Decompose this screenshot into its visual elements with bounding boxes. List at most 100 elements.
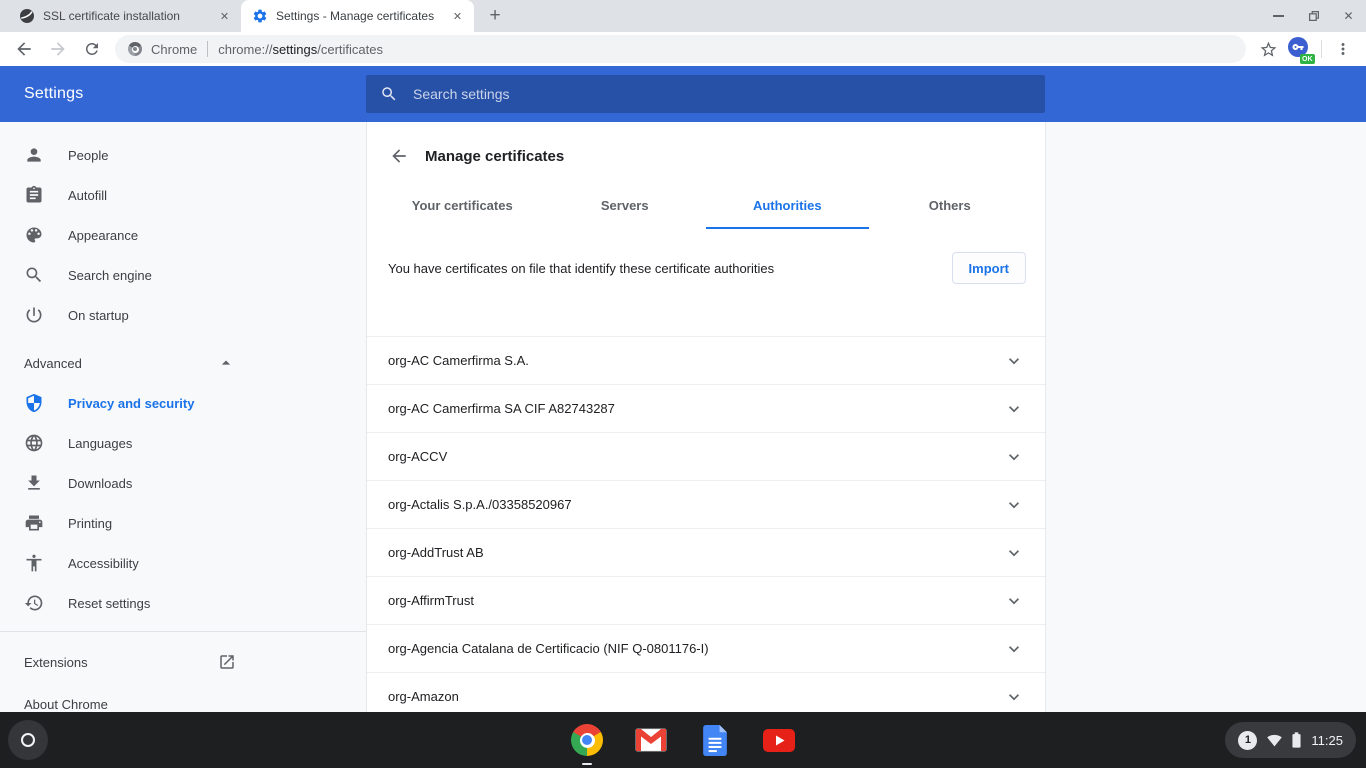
- certificate-label: org-Amazon: [388, 689, 459, 704]
- certificate-row[interactable]: org-AffirmTrust: [367, 577, 1045, 625]
- browser-tab-ssl[interactable]: SSL certificate installation ✕: [8, 0, 241, 32]
- sidebar-item-label: On startup: [68, 308, 129, 323]
- shelf-app-chrome[interactable]: [571, 712, 603, 768]
- reload-button[interactable]: [78, 35, 106, 63]
- restore-icon: [1307, 9, 1321, 23]
- download-icon: [24, 473, 44, 493]
- back-icon: [14, 39, 34, 59]
- sidebar-item-privacy-security[interactable]: Privacy and security: [0, 383, 254, 423]
- system-tray[interactable]: 1 11:25: [1225, 722, 1356, 758]
- chrome-logo-icon: [128, 42, 142, 56]
- certificate-row[interactable]: org-Amazon: [367, 673, 1045, 712]
- sidebar-item-extensions[interactable]: Extensions: [0, 640, 254, 684]
- import-button[interactable]: Import: [952, 252, 1026, 284]
- chevron-down-icon[interactable]: [1004, 543, 1024, 563]
- sidebar-item-search-engine[interactable]: Search engine: [0, 255, 254, 295]
- browser-menu-button[interactable]: [1329, 35, 1357, 63]
- certificate-row[interactable]: org-Actalis S.p.A./03358520967: [367, 481, 1045, 529]
- omnibox[interactable]: Chrome chrome://settings/certificates: [115, 35, 1246, 63]
- settings-search-field[interactable]: [366, 75, 1045, 113]
- sidebar-item-printing[interactable]: Printing: [0, 503, 254, 543]
- restore-button[interactable]: [1296, 0, 1331, 32]
- extension-button[interactable]: OK: [1286, 35, 1314, 63]
- tab-close-icon[interactable]: ✕: [449, 8, 466, 25]
- power-icon: [24, 305, 44, 325]
- settings-page: People Autofill Appearance Search engine…: [0, 122, 1366, 712]
- battery-icon: [1292, 732, 1301, 748]
- tab-servers[interactable]: Servers: [544, 198, 707, 229]
- about-chrome-label: About Chrome: [24, 697, 108, 712]
- certificate-row[interactable]: org-AC Camerfirma SA CIF A82743287: [367, 385, 1045, 433]
- certificate-row[interactable]: org-ACCV: [367, 433, 1045, 481]
- certificate-label: org-AffirmTrust: [388, 593, 474, 608]
- sidebar-item-reset-settings[interactable]: Reset settings: [0, 583, 254, 623]
- minimize-icon: [1273, 15, 1284, 17]
- shield-icon: [24, 393, 44, 413]
- star-icon: [1259, 40, 1278, 59]
- search-settings-input[interactable]: [413, 86, 1031, 102]
- sidebar-item-label: People: [68, 148, 108, 163]
- omnibox-site-label: Chrome: [151, 42, 197, 57]
- sidebar-item-label: Search engine: [68, 268, 152, 283]
- certificate-row[interactable]: org-AddTrust AB: [367, 529, 1045, 577]
- sidebar-item-people[interactable]: People: [0, 135, 254, 175]
- certificate-label: org-AC Camerfirma SA CIF A82743287: [388, 401, 615, 416]
- extension-status-badge: OK: [1300, 54, 1316, 64]
- tab-close-icon[interactable]: ✕: [216, 8, 233, 25]
- sidebar-item-about-chrome[interactable]: About Chrome: [0, 684, 254, 712]
- shelf-app-youtube[interactable]: [763, 712, 795, 768]
- shelf-app-docs[interactable]: [699, 712, 731, 768]
- globe-icon: [24, 433, 44, 453]
- sidebar-item-downloads[interactable]: Downloads: [0, 463, 254, 503]
- palette-icon: [24, 225, 44, 245]
- arrow-back-icon: [389, 146, 409, 166]
- back-to-settings-button[interactable]: [387, 144, 411, 168]
- advanced-label: Advanced: [24, 356, 82, 371]
- page-background: [1046, 122, 1366, 712]
- sidebar-item-autofill[interactable]: Autofill: [0, 175, 254, 215]
- browser-tab-settings[interactable]: Settings - Manage certificates ✕: [241, 0, 474, 32]
- sidebar-item-on-startup[interactable]: On startup: [0, 295, 254, 335]
- tab-others[interactable]: Others: [869, 198, 1032, 229]
- certificate-tabs: Your certificates Servers Authorities Ot…: [381, 198, 1031, 229]
- sidebar-advanced-toggle[interactable]: Advanced: [0, 343, 254, 383]
- chevron-down-icon[interactable]: [1004, 447, 1024, 467]
- close-window-button[interactable]: ✕: [1331, 0, 1366, 32]
- bookmark-star-button[interactable]: [1254, 35, 1282, 63]
- chromeos-shelf: 1 11:25: [0, 712, 1366, 768]
- back-button[interactable]: [10, 35, 38, 63]
- search-icon: [24, 265, 44, 285]
- wifi-icon: [1267, 733, 1282, 748]
- tab-authorities[interactable]: Authorities: [706, 198, 869, 229]
- url-path: /certificates: [317, 42, 383, 57]
- chevron-down-icon[interactable]: [1004, 591, 1024, 611]
- chevron-down-icon[interactable]: [1004, 399, 1024, 419]
- certificate-label: org-AC Camerfirma S.A.: [388, 353, 529, 368]
- launcher-button[interactable]: [8, 720, 48, 760]
- page-title: Manage certificates: [425, 148, 564, 165]
- forward-button[interactable]: [44, 35, 72, 63]
- youtube-icon: [763, 729, 795, 752]
- certificate-label: org-Agencia Catalana de Certificacio (NI…: [388, 641, 709, 656]
- chevron-down-icon[interactable]: [1004, 351, 1024, 371]
- certificate-row[interactable]: org-AC Camerfirma S.A.: [367, 337, 1045, 385]
- authorities-description: You have certificates on file that ident…: [388, 261, 952, 276]
- accessibility-icon: [24, 553, 44, 573]
- tab-title: Settings - Manage certificates: [276, 9, 445, 23]
- tab-your-certificates[interactable]: Your certificates: [381, 198, 544, 229]
- url-host: settings: [272, 42, 317, 57]
- new-tab-button[interactable]: +: [481, 2, 509, 30]
- toolbar-divider: [1321, 40, 1322, 58]
- certificate-row[interactable]: org-Agencia Catalana de Certificacio (NI…: [367, 625, 1045, 673]
- sidebar-item-appearance[interactable]: Appearance: [0, 215, 254, 255]
- certificate-list: org-AC Camerfirma S.A. org-AC Camerfirma…: [367, 336, 1045, 712]
- chevron-down-icon[interactable]: [1004, 687, 1024, 707]
- chevron-down-icon[interactable]: [1004, 639, 1024, 659]
- sidebar-item-accessibility[interactable]: Accessibility: [0, 543, 254, 583]
- minimize-button[interactable]: [1261, 0, 1296, 32]
- chevron-down-icon[interactable]: [1004, 495, 1024, 515]
- sidebar-item-languages[interactable]: Languages: [0, 423, 254, 463]
- settings-title: Settings: [24, 85, 83, 103]
- shelf-app-gmail[interactable]: [635, 712, 667, 768]
- forward-icon: [48, 39, 68, 59]
